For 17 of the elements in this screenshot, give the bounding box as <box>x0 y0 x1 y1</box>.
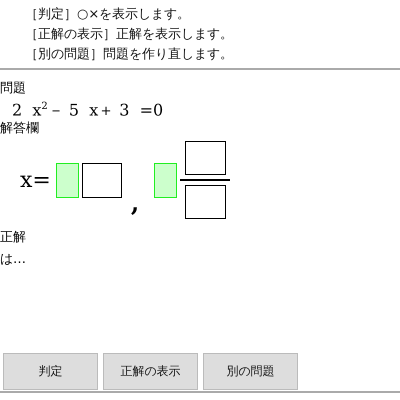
instruction-text: ［別の問題］問題を作り直します。 <box>25 46 234 63</box>
problem-label: 問題 <box>0 80 26 97</box>
result-text: は… <box>0 251 26 268</box>
comma-text: , <box>130 188 140 220</box>
result-text: 正解 <box>0 229 26 246</box>
variable-text: x= <box>20 168 51 193</box>
instruction-text: ［正解の表示］正解を表示します。 <box>25 26 234 43</box>
answer-label: 解答欄 <box>0 120 39 138</box>
instruction-text: ［判定］○×を表示します。 <box>25 6 192 23</box>
answer-field[interactable] <box>184 141 226 176</box>
equation: 2 x$^{2}$－ 5 x＋ 3 =0 <box>12 99 164 120</box>
action-button[interactable]: 正解の表示 <box>103 353 198 390</box>
fraction-bar <box>180 179 230 182</box>
action-button[interactable]: 判定 <box>3 353 98 390</box>
answer-field[interactable] <box>184 185 226 220</box>
action-button[interactable]: 別の問題 <box>203 353 298 390</box>
answer-field[interactable] <box>82 162 122 198</box>
